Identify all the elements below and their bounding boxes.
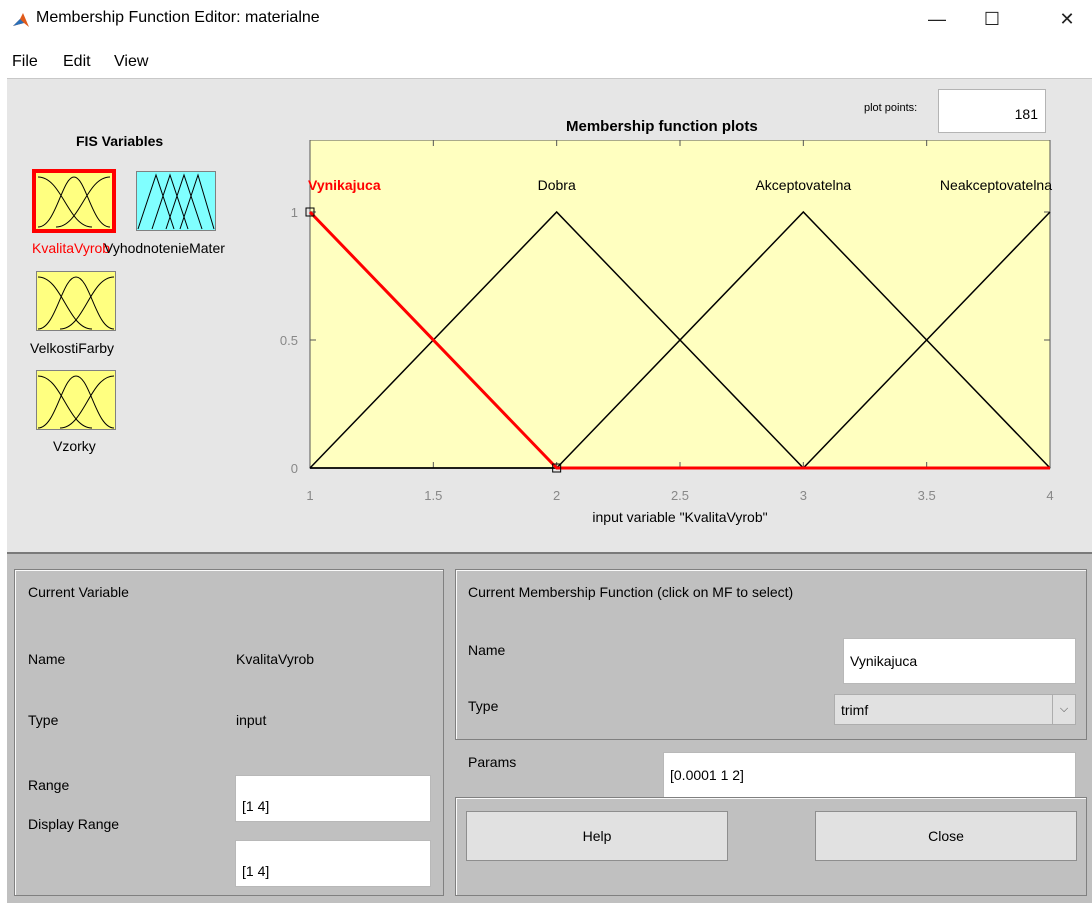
menu-view[interactable]: View xyxy=(114,53,148,71)
var-label-vzorky: Vzorky xyxy=(53,438,96,454)
display-range-input[interactable]: [1 4] xyxy=(235,840,431,887)
mf-type-value: trimf xyxy=(841,701,869,718)
mf-triangles-icon xyxy=(136,171,216,231)
x-tick-label: 2 xyxy=(553,488,560,503)
x-tick-label: 1.5 xyxy=(424,488,442,503)
variable-name-label: Name xyxy=(28,651,66,667)
mf-label-neakceptovatelna: Neakceptovatelna xyxy=(940,177,1052,193)
x-tick-label: 3 xyxy=(800,488,807,503)
var-thumb-vzorky[interactable] xyxy=(36,370,116,435)
variable-type-label: Type xyxy=(28,712,59,728)
maximize-button[interactable]: ☐ xyxy=(969,0,1015,38)
plot-points-label: plot points: xyxy=(864,102,918,114)
minimize-button[interactable]: — xyxy=(914,0,960,38)
fis-variables-label: FIS Variables xyxy=(76,133,164,149)
variable-name-value: KvalitaVyrob xyxy=(236,651,315,667)
close-button[interactable]: Close xyxy=(815,811,1077,861)
x-tick-label: 4 xyxy=(1046,488,1053,503)
plot-points-input[interactable]: 181 xyxy=(938,89,1046,133)
y-tick-label: 1 xyxy=(291,205,298,220)
y-tick-label: 0.5 xyxy=(280,333,298,348)
matlab-icon xyxy=(13,13,29,27)
menu-edit[interactable]: Edit xyxy=(63,53,91,71)
range-input[interactable]: [1 4] xyxy=(235,775,431,822)
menu-file[interactable]: File xyxy=(12,53,38,71)
x-tick-label: 2.5 xyxy=(671,488,689,503)
close-window-button[interactable]: ✕ xyxy=(1044,0,1090,38)
y-tick-label: 0 xyxy=(291,461,298,476)
help-button[interactable]: Help xyxy=(466,811,728,861)
mf-label-akceptovatelna: Akceptovatelna xyxy=(755,177,851,193)
current-variable-title: Current Variable xyxy=(28,584,129,600)
mf-type-select[interactable]: trimf ⌵ xyxy=(834,694,1076,725)
current-mf-title: Current Membership Function (click on MF… xyxy=(468,584,794,600)
var-label-vyhodnoteniemater: VyhodnotenieMater xyxy=(104,240,225,256)
mf-thumbnail-icon xyxy=(36,370,116,430)
variable-type-value: input xyxy=(236,712,267,728)
range-label: Range xyxy=(28,777,70,793)
x-axis-label: input variable "KvalitaVyrob" xyxy=(592,509,767,525)
window-title: Membership Function Editor: materialne xyxy=(36,9,320,26)
display-range-label: Display Range xyxy=(28,816,120,832)
var-thumb-kvalitavyrob[interactable] xyxy=(32,169,116,238)
x-tick-label: 1 xyxy=(306,488,313,503)
title-bar: Membership Function Editor: materialne —… xyxy=(0,0,1092,38)
plot-title: Membership function plots xyxy=(566,118,758,135)
mf-name-input[interactable]: Vynikajuca xyxy=(843,638,1076,684)
mf-thumbnail-icon xyxy=(36,271,116,331)
mf-params-label: Params xyxy=(468,754,517,770)
var-label-velkostifarby: VelkostiFarby xyxy=(30,340,115,356)
menu-bar: File Edit View xyxy=(0,48,1092,74)
mf-label-dobra: Dobra xyxy=(538,177,576,193)
var-thumb-velkostifarby[interactable] xyxy=(36,271,116,336)
var-thumb-vyhodnoteniemater[interactable] xyxy=(136,171,216,236)
membership-function-plot[interactable]: 1 1.5 2 2.5 3 3.5 4 0 0.5 1 input variable "Kvalit… xyxy=(260,140,1070,540)
var-label-kvalitavyrob: KvalitaVyrob xyxy=(32,240,111,256)
chevron-down-icon: ⌵ xyxy=(1052,695,1075,724)
mf-label-vynikajuca: Vynikajuca xyxy=(308,177,381,193)
mf-type-label: Type xyxy=(468,698,499,714)
mf-thumbnail-icon xyxy=(32,169,116,233)
mf-name-label: Name xyxy=(468,642,506,658)
mf-params-input[interactable]: [0.0001 1 2] xyxy=(663,752,1076,798)
x-tick-label: 3.5 xyxy=(918,488,936,503)
